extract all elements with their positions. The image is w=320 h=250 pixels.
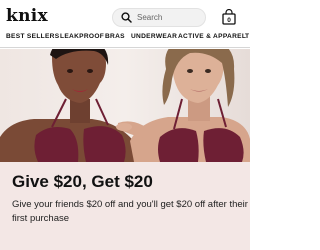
nav-item-leakproof[interactable]: LEAKPROOF	[60, 33, 104, 40]
nav-item-truncated[interactable]: T	[245, 33, 249, 40]
nav-item-active-apparel[interactable]: ACTIVE & APPAREL	[178, 33, 246, 40]
search-bar[interactable]	[112, 8, 206, 27]
cart-button[interactable]: 0	[222, 8, 236, 25]
logo[interactable]: knix	[6, 6, 48, 26]
nav-item-underwear[interactable]: UNDERWEAR	[131, 33, 177, 40]
nav-item-bras[interactable]: BRAS	[105, 33, 125, 40]
nav-item-best-sellers[interactable]: BEST SELLERS	[6, 33, 59, 40]
search-icon	[119, 11, 133, 25]
nav-divider	[0, 47, 250, 48]
search-input[interactable]	[137, 13, 197, 22]
category-nav: BEST SELLERS LEAKPROOF BRAS UNDERWEAR AC…	[0, 33, 250, 45]
hero-image[interactable]	[0, 49, 250, 162]
hero-photo	[0, 49, 250, 162]
header: knix 0	[0, 0, 250, 32]
cart-count: 0	[227, 17, 231, 24]
shopping-bag-icon: 0	[222, 8, 236, 25]
promo-description: Give your friends $20 off and you'll get…	[12, 199, 248, 224]
promo-title: Give $20, Get $20	[12, 172, 153, 191]
referral-promo[interactable]: Give $20, Get $20 Give your friends $20 …	[0, 162, 250, 250]
